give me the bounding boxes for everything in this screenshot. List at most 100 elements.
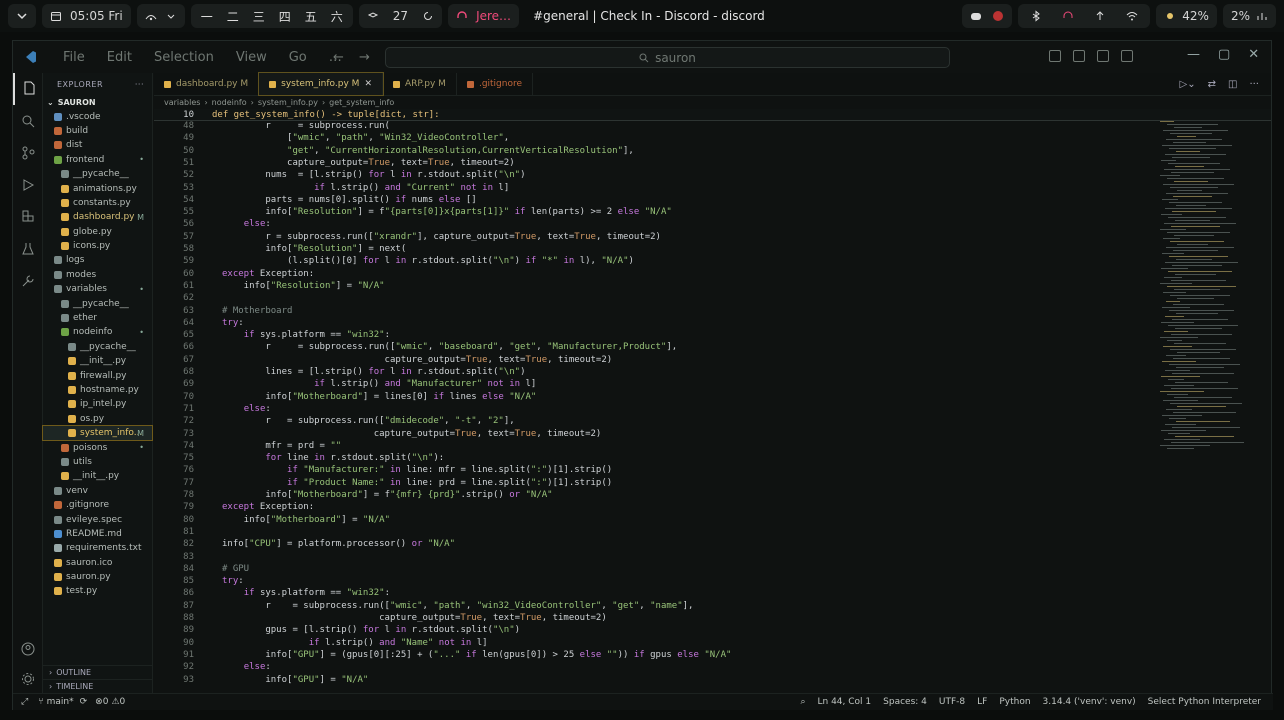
explorer-item[interactable]: .vscode <box>43 109 152 123</box>
warning-count[interactable]: 0 <box>120 697 126 707</box>
menu-selection[interactable]: Selection <box>154 50 214 65</box>
encoding[interactable]: UTF-8 <box>939 697 965 707</box>
explorer-item[interactable]: variables • <box>43 282 152 296</box>
back-arrow-icon[interactable]: ← <box>333 50 344 65</box>
explorer-item[interactable]: __pycache__ <box>43 296 152 310</box>
discord-icon[interactable] <box>970 10 982 22</box>
explorer-item[interactable]: build <box>43 124 152 138</box>
command-center[interactable]: sauron <box>385 47 950 68</box>
minimize-icon[interactable]: — <box>1187 47 1200 62</box>
menu-file[interactable]: File <box>63 50 85 65</box>
breadcrumb-item[interactable]: nodeinfo <box>212 98 247 107</box>
explorer-item[interactable]: .gitignore <box>43 498 152 512</box>
explorer-item[interactable]: animations.py <box>43 181 152 195</box>
tab-arp[interactable]: ARP.py M <box>383 73 457 95</box>
cursor-position[interactable]: Ln 44, Col 1 <box>818 697 872 707</box>
battery-widget[interactable]: 42% <box>1156 4 1217 28</box>
explorer-item[interactable]: poisons • <box>43 440 152 454</box>
extensions-activity[interactable] <box>13 201 43 233</box>
workspace-6[interactable]: 六 <box>331 8 343 25</box>
code-editor[interactable]: 48 r = subprocess.run(49 ["wmic", "path"… <box>154 121 1154 693</box>
indentation[interactable]: Spaces: 4 <box>883 697 927 707</box>
explorer-item[interactable]: nodeinfo • <box>43 325 152 339</box>
workspace-root[interactable]: ⌄ SAURON <box>43 95 152 109</box>
sticky-scroll[interactable]: 10 def get_system_info() -> tuple[dict, … <box>154 109 1271 121</box>
headset-icon[interactable] <box>1062 10 1074 22</box>
error-count[interactable]: 0 <box>103 697 109 707</box>
compare-icon[interactable]: ⇄ <box>1208 79 1216 90</box>
source-control-activity[interactable] <box>13 137 43 169</box>
more-actions-icon[interactable]: ··· <box>135 80 144 89</box>
explorer-item[interactable]: __pycache__ <box>43 340 152 354</box>
workspace-counter[interactable]: 27 <box>358 4 443 28</box>
explorer-item[interactable]: icons.py <box>43 239 152 253</box>
explorer-item[interactable]: __init__.py <box>43 354 152 368</box>
forward-arrow-icon[interactable]: → <box>359 50 370 65</box>
arrow-up-icon[interactable] <box>1094 10 1106 22</box>
bluetooth-icon[interactable] <box>1030 10 1042 22</box>
menu-go[interactable]: Go <box>289 50 307 65</box>
explorer-item[interactable]: venv <box>43 484 152 498</box>
explorer-item[interactable]: __init__.py <box>43 469 152 483</box>
toggle-panel-icon[interactable] <box>1073 50 1085 62</box>
explorer-item[interactable]: utils <box>43 455 152 469</box>
line-ending[interactable]: LF <box>977 697 987 707</box>
menu-view[interactable]: View <box>236 50 267 65</box>
record-icon[interactable] <box>992 10 1004 22</box>
explorer-item[interactable]: hostname.py <box>43 383 152 397</box>
workspace-4[interactable]: 四 <box>279 8 291 25</box>
accounts-activity[interactable] <box>13 633 43 665</box>
menu-edit[interactable]: Edit <box>107 50 132 65</box>
tab-dashboard[interactable]: dashboard.py M <box>154 73 260 95</box>
zoom-icon[interactable]: ⌕ <box>800 697 805 707</box>
explorer-item[interactable]: constants.py <box>43 196 152 210</box>
explorer-item[interactable]: dist <box>43 138 152 152</box>
explorer-item[interactable]: dashboard.py M <box>43 210 152 224</box>
wifi-icon[interactable] <box>1126 10 1138 22</box>
maximize-icon[interactable]: ▢ <box>1218 47 1230 62</box>
toggle-secondary-sidebar-icon[interactable] <box>1097 50 1109 62</box>
explorer-item[interactable]: README.md <box>43 527 152 541</box>
explorer-item[interactable]: modes <box>43 268 152 282</box>
minimap[interactable] <box>1154 121 1264 451</box>
timeline-section[interactable]: › TIMELINE <box>43 679 153 693</box>
search-activity[interactable] <box>13 105 43 137</box>
workspace-1[interactable]: 一 <box>201 8 213 25</box>
outline-section[interactable]: › OUTLINE <box>43 665 153 679</box>
more-actions-icon[interactable]: ··· <box>1249 79 1259 90</box>
close-tab-icon[interactable]: ✕ <box>364 79 372 89</box>
select-interpreter[interactable]: Select Python Interpreter <box>1148 697 1261 707</box>
breadcrumb-item[interactable]: variables <box>164 98 200 107</box>
network-widget[interactable] <box>136 4 185 28</box>
explorer-item[interactable]: requirements.txt <box>43 541 152 555</box>
explorer-activity[interactable] <box>13 73 43 105</box>
discord-user[interactable]: Jere… <box>448 4 520 28</box>
branch-name[interactable]: main* <box>47 697 74 707</box>
tab-gitignore[interactable]: .gitignore <box>457 73 534 95</box>
explorer-item[interactable]: logs <box>43 253 152 267</box>
split-editor-icon[interactable]: ◫ <box>1228 79 1237 90</box>
explorer-item[interactable]: sauron.py <box>43 570 152 584</box>
sync-icon[interactable]: ⟳ <box>80 697 88 707</box>
testing-activity[interactable] <box>13 233 43 265</box>
clock[interactable]: 05:05 Fri <box>42 4 131 28</box>
explorer-item[interactable]: frontend • <box>43 153 152 167</box>
explorer-item[interactable]: os.py <box>43 412 152 426</box>
settings-activity[interactable] <box>13 663 43 695</box>
breadcrumb-item[interactable]: get_system_info <box>329 98 394 107</box>
python-interpreter[interactable]: 3.14.4 ('venv': venv) <box>1043 697 1136 707</box>
launcher-button[interactable] <box>8 4 36 28</box>
tab-system-info[interactable]: system_info.py M ✕ <box>258 72 384 96</box>
language-mode[interactable]: Python <box>999 697 1030 707</box>
close-icon[interactable]: ✕ <box>1248 47 1259 62</box>
remote-icon[interactable]: ⤢ <box>21 697 28 707</box>
workspace-2[interactable]: 二 <box>227 8 239 25</box>
explorer-item[interactable]: test.py <box>43 584 152 598</box>
workspace-3[interactable]: 三 <box>253 8 265 25</box>
breadcrumb-item[interactable]: system_info.py <box>258 98 318 107</box>
cpu-widget[interactable]: 2% <box>1222 4 1276 28</box>
explorer-item[interactable]: ether <box>43 311 152 325</box>
explorer-item[interactable]: sauron.ico <box>43 556 152 570</box>
explorer-item[interactable]: __pycache__ <box>43 167 152 181</box>
explorer-item[interactable]: evileye.spec <box>43 512 152 526</box>
